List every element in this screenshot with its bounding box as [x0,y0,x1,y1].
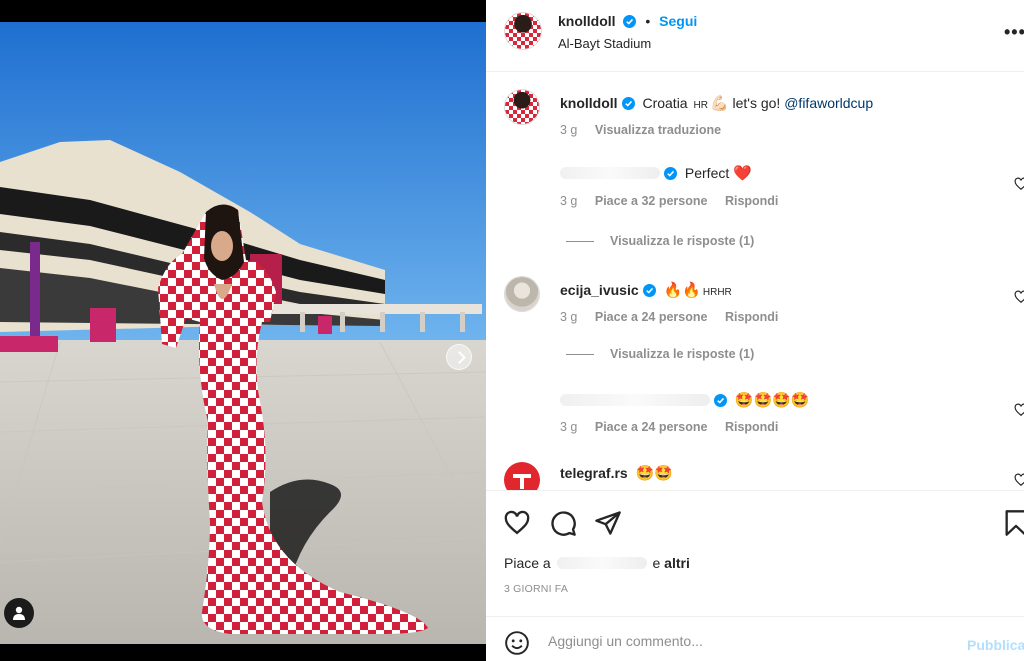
post-photo [0,22,486,644]
comment-icon[interactable] [549,509,577,537]
comment-like-icon[interactable] [1014,473,1024,487]
post-media[interactable] [0,22,486,644]
verified-badge-icon [664,167,677,180]
caption-username[interactable]: knolldoll [560,95,618,111]
heart-emoji: ❤️ [733,165,752,182]
redacted-username [556,557,647,569]
follow-button[interactable]: Segui [659,13,697,29]
author-avatar[interactable] [504,12,542,50]
caption-time[interactable]: 3 g [560,123,577,137]
redacted-username [560,394,710,406]
post-header: knolldoll • Segui Al-Bayt Stadium ••• [486,0,1024,72]
verified-badge-icon [621,97,635,110]
smiley-icon[interactable] [504,630,530,656]
comment-username[interactable]: ecija_ivusic [560,282,639,298]
comment-likes[interactable]: Piace a 24 persone [595,420,708,434]
heart-icon[interactable] [503,509,531,537]
view-replies-button[interactable]: Visualizza le risposte (1) [566,347,754,361]
separator-dot: • [645,13,651,29]
carousel-next-button[interactable] [446,344,472,370]
reply-button[interactable]: Rispondi [725,310,778,324]
telegraf-logo-icon [513,474,531,489]
comment-input[interactable] [548,625,948,657]
comment-likes[interactable]: Piace a 24 persone [595,310,708,324]
translate-link[interactable]: Visualizza traduzione [595,123,721,137]
likes-summary[interactable]: Piace a e altri [504,555,690,571]
tagged-users-button[interactable] [4,598,34,628]
bookmark-icon[interactable] [1002,509,1024,537]
comment-avatar[interactable] [504,276,540,312]
comments-list[interactable]: knolldoll Croatia HR 💪🏻 let's go! @fifawo… [486,73,1024,490]
comment-avatar[interactable] [504,462,540,490]
verified-badge-icon [623,15,637,28]
comment-username[interactable]: telegraf.rs [560,465,628,481]
user-icon [13,606,25,620]
caption-text: Croatia [642,95,688,111]
likes-others-link[interactable]: altri [664,555,690,571]
post-location[interactable]: Al-Bayt Stadium [558,36,651,51]
post-panel: knolldoll • Segui Al-Bayt Stadium ••• kn… [486,0,1024,661]
comment-time[interactable]: 3 g [560,194,577,208]
star-struck-emoji: 🤩🤩 [635,465,673,482]
comment-time[interactable]: 3 g [560,310,577,324]
likes-prefix: Piace a [504,555,551,571]
comment-likes[interactable]: Piace a 32 persone [595,194,708,208]
comment-like-icon[interactable] [1014,403,1024,417]
flag-hr-icon: HR [693,100,708,111]
muscle-emoji: 💪🏻 [709,95,729,112]
fire-emoji: 🔥🔥 [663,282,701,299]
paper-plane-icon[interactable] [594,509,622,537]
more-options-icon[interactable]: ••• [1004,22,1024,43]
reply-button[interactable]: Rispondi [725,194,778,208]
post-timestamp[interactable]: 3 GIORNI FA [504,583,568,595]
comment-like-icon[interactable] [1014,177,1024,191]
verified-badge-icon [714,394,727,407]
star-struck-emoji: 🤩🤩🤩🤩 [734,392,810,409]
comment-text: Perfect [684,165,730,181]
caption-avatar[interactable] [504,89,540,125]
view-replies-button[interactable]: Visualizza le risposte (1) [566,234,754,248]
add-comment-bar: Pubblica [486,616,1024,661]
redacted-username [560,167,660,179]
reply-button[interactable]: Rispondi [725,420,778,434]
publish-button[interactable]: Pubblica [967,637,1024,653]
mention-link[interactable]: @fifaworldcup [784,95,873,111]
comment-like-icon[interactable] [1014,290,1024,304]
caption-text-after: let's go! [732,95,781,111]
flag-hr-icon: HRHR [702,287,732,298]
verified-badge-icon [642,284,656,297]
likes-connector: e [652,555,661,571]
author-username[interactable]: knolldoll [558,13,616,29]
comment-time[interactable]: 3 g [560,420,577,434]
post-actions: Piace a e altri 3 GIORNI FA [486,490,1024,614]
